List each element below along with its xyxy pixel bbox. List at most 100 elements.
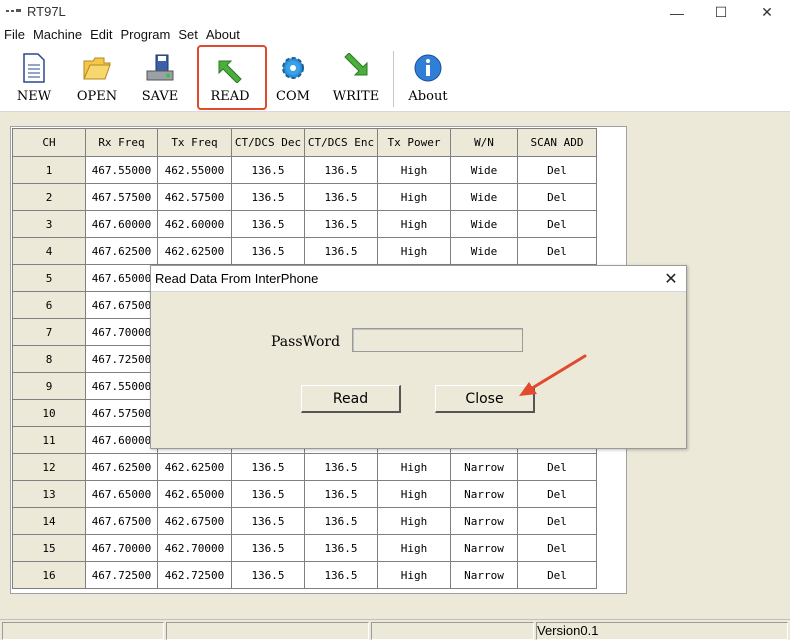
table-cell[interactable]: High (377, 480, 451, 508)
table-cell[interactable]: High (377, 507, 451, 535)
table-cell[interactable]: 136.5 (304, 237, 378, 265)
table-cell[interactable]: Wide (450, 156, 518, 184)
table-cell[interactable]: 136.5 (304, 156, 378, 184)
table-cell[interactable]: 136.5 (231, 534, 305, 562)
table-cell[interactable]: 136.5 (304, 534, 378, 562)
table-cell[interactable]: 136.5 (304, 480, 378, 508)
write-button[interactable]: WRITE (328, 49, 384, 109)
table-cell[interactable]: Narrow (450, 507, 518, 535)
table-cell[interactable]: 467.67500 (85, 507, 158, 535)
table-cell[interactable]: Del (517, 561, 597, 589)
column-header[interactable]: Tx Freq (157, 128, 232, 157)
table-row[interactable]: 14 467.67500 462.67500 136.5 136.5 High Narrow… (12, 507, 597, 535)
table-cell[interactable]: 467.72500 (85, 345, 158, 373)
table-cell[interactable]: Del (517, 210, 597, 238)
menu-about[interactable]: About (202, 25, 244, 45)
menu-set[interactable]: Set (174, 25, 202, 45)
channel-number-cell[interactable]: 16 (12, 561, 86, 589)
table-cell[interactable]: 467.62500 (85, 453, 158, 481)
table-cell[interactable]: 467.67500 (85, 291, 158, 319)
channel-number-cell[interactable]: 13 (12, 480, 86, 508)
table-cell[interactable]: Wide (450, 237, 518, 265)
table-cell[interactable]: Del (517, 453, 597, 481)
table-cell[interactable]: 136.5 (304, 453, 378, 481)
table-cell[interactable]: High (377, 210, 451, 238)
table-row[interactable]: 2 467.57500 462.57500 136.5 136.5 High Wide Del (12, 183, 597, 211)
table-cell[interactable]: 462.65000 (157, 480, 232, 508)
channel-number-cell[interactable]: 11 (12, 426, 86, 454)
table-cell[interactable]: 462.70000 (157, 534, 232, 562)
save-button[interactable]: SAVE (132, 49, 188, 109)
table-cell[interactable]: Narrow (450, 534, 518, 562)
table-cell[interactable]: High (377, 183, 451, 211)
channel-number-cell[interactable]: 9 (12, 372, 86, 400)
about-button[interactable]: About (400, 49, 456, 109)
table-row[interactable]: 4 467.62500 462.62500 136.5 136.5 High Wide Del (12, 237, 597, 265)
channel-number-cell[interactable]: 15 (12, 534, 86, 562)
channel-number-cell[interactable]: 3 (12, 210, 86, 238)
table-cell[interactable]: High (377, 453, 451, 481)
column-header[interactable]: SCAN ADD (517, 128, 597, 157)
table-cell[interactable]: Narrow (450, 480, 518, 508)
table-row[interactable]: 16 467.72500 462.72500 136.5 136.5 High Narrow… (12, 561, 597, 589)
table-cell[interactable]: 467.65000 (85, 480, 158, 508)
table-cell[interactable]: 467.55000 (85, 372, 158, 400)
dialog-read-button[interactable]: Read (301, 385, 401, 413)
menu-file[interactable]: File (0, 25, 29, 45)
table-cell[interactable]: 136.5 (304, 210, 378, 238)
column-header[interactable]: Rx Freq (85, 128, 158, 157)
channel-number-cell[interactable]: 2 (12, 183, 86, 211)
table-cell[interactable]: 467.65000 (85, 264, 158, 292)
table-row[interactable]: 1 467.55000 462.55000 136.5 136.5 High Wide Del (12, 156, 597, 184)
table-cell[interactable]: Del (517, 156, 597, 184)
table-cell[interactable]: 462.67500 (157, 507, 232, 535)
table-cell[interactable]: 467.70000 (85, 318, 158, 346)
table-row[interactable]: 12 467.62500 462.62500 136.5 136.5 High Narrow… (12, 453, 597, 481)
table-cell[interactable]: 136.5 (231, 507, 305, 535)
table-cell[interactable]: 462.57500 (157, 183, 232, 211)
table-cell[interactable]: 462.60000 (157, 210, 232, 238)
com-button[interactable]: COM (265, 49, 321, 109)
menu-machine[interactable]: Machine (29, 25, 86, 45)
table-row[interactable]: 13 467.65000 462.65000 136.5 136.5 High Narrow… (12, 480, 597, 508)
table-row[interactable]: 15 467.70000 462.70000 136.5 136.5 High Narrow… (12, 534, 597, 562)
table-cell[interactable]: High (377, 561, 451, 589)
table-cell[interactable]: 136.5 (231, 237, 305, 265)
table-cell[interactable]: 467.57500 (85, 183, 158, 211)
table-cell[interactable]: 136.5 (304, 561, 378, 589)
table-cell[interactable]: 462.62500 (157, 237, 232, 265)
channel-number-cell[interactable]: 10 (12, 399, 86, 427)
table-cell[interactable]: 467.55000 (85, 156, 158, 184)
table-cell[interactable]: 136.5 (231, 156, 305, 184)
table-cell[interactable]: Del (517, 183, 597, 211)
channel-number-cell[interactable]: 14 (12, 507, 86, 535)
column-header[interactable]: W/N (450, 128, 518, 157)
table-cell[interactable]: 136.5 (304, 507, 378, 535)
table-cell[interactable]: High (377, 237, 451, 265)
table-cell[interactable]: 462.72500 (157, 561, 232, 589)
table-cell[interactable]: Narrow (450, 453, 518, 481)
menu-edit[interactable]: Edit (86, 25, 116, 45)
table-cell[interactable]: 136.5 (231, 183, 305, 211)
table-cell[interactable]: 467.72500 (85, 561, 158, 589)
channel-number-cell[interactable]: 6 (12, 291, 86, 319)
table-cell[interactable]: 136.5 (231, 480, 305, 508)
menu-program[interactable]: Program (117, 25, 175, 45)
table-cell[interactable]: 467.60000 (85, 426, 158, 454)
minimize-button[interactable]: — (654, 0, 700, 25)
column-header[interactable]: CT/DCS Enc (304, 128, 378, 157)
password-input[interactable] (352, 328, 523, 352)
table-cell[interactable]: Wide (450, 183, 518, 211)
table-row[interactable]: 3 467.60000 462.60000 136.5 136.5 High Wide Del (12, 210, 597, 238)
channel-number-cell[interactable]: 12 (12, 453, 86, 481)
table-cell[interactable]: Del (517, 534, 597, 562)
table-cell[interactable]: 136.5 (304, 183, 378, 211)
channel-number-cell[interactable]: 7 (12, 318, 86, 346)
channel-number-cell[interactable]: 5 (12, 264, 86, 292)
table-cell[interactable]: Wide (450, 210, 518, 238)
table-cell[interactable]: 467.70000 (85, 534, 158, 562)
table-cell[interactable]: High (377, 156, 451, 184)
table-cell[interactable]: 136.5 (231, 210, 305, 238)
table-cell[interactable]: Del (517, 237, 597, 265)
dialog-close-icon[interactable]: ✕ (660, 268, 682, 290)
